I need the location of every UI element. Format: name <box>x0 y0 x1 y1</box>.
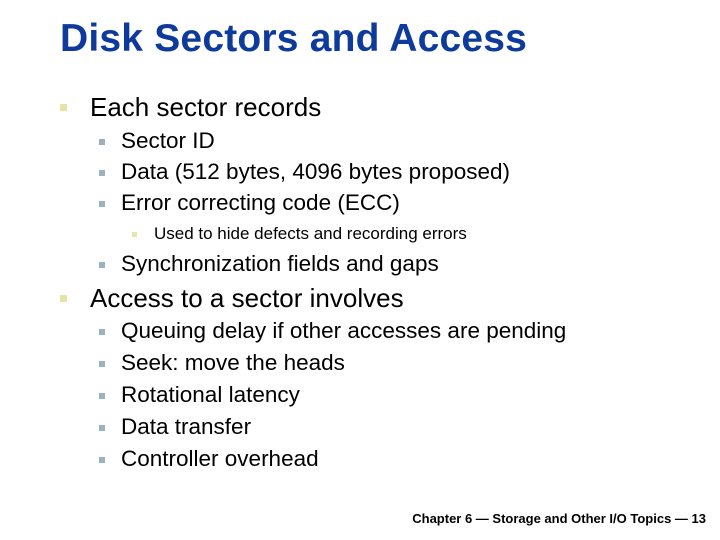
square-bullet-icon <box>99 139 105 145</box>
square-bullet-icon <box>99 425 105 431</box>
slide-footer: Chapter 6 — Storage and Other I/O Topics… <box>412 511 706 526</box>
bullet-level2: Controller overhead <box>99 446 319 472</box>
square-bullet-icon <box>132 232 137 237</box>
square-bullet-icon <box>99 457 105 463</box>
bullet-level2: Queuing delay if other accesses are pend… <box>99 318 566 344</box>
bullet-level3: Used to hide defects and recording error… <box>132 224 467 244</box>
slide-title: Disk Sectors and Access <box>60 17 528 60</box>
square-bullet-icon <box>99 170 105 176</box>
square-bullet-icon <box>99 393 105 399</box>
bullet-level2: Rotational latency <box>99 382 300 408</box>
bullet-level2: Data transfer <box>99 414 251 440</box>
bullet-level1: Each sector records <box>60 92 321 123</box>
square-bullet-icon <box>99 201 105 207</box>
bullet-level2: Sector ID <box>99 128 215 154</box>
bullet-level2: Data (512 bytes, 4096 bytes proposed) <box>99 159 510 185</box>
bullet-level1: Access to a sector involves <box>60 283 404 314</box>
bullet-level2: Seek: move the heads <box>99 350 345 376</box>
square-bullet-icon <box>60 295 67 302</box>
square-bullet-icon <box>60 104 67 111</box>
bullet-level2: Error correcting code (ECC) <box>99 190 400 216</box>
square-bullet-icon <box>99 262 105 268</box>
square-bullet-icon <box>99 329 105 335</box>
bullet-level2: Synchronization fields and gaps <box>99 251 439 277</box>
square-bullet-icon <box>99 361 105 367</box>
